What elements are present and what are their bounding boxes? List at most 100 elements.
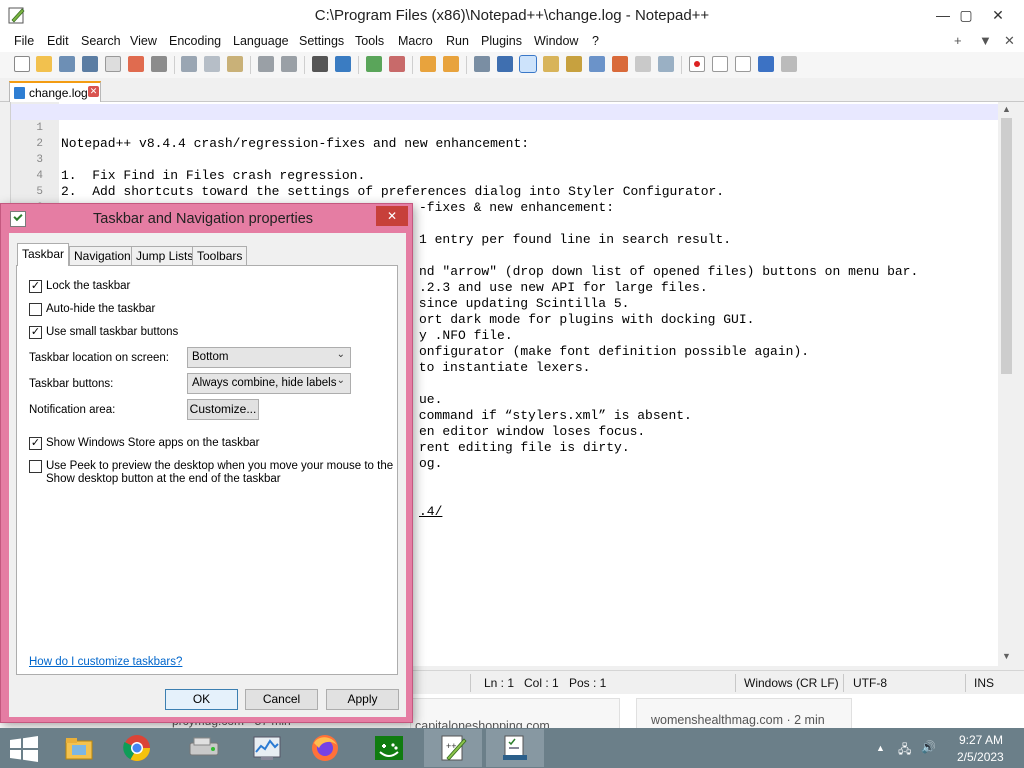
- show-all-chars-icon[interactable]: [497, 56, 513, 72]
- customize-button[interactable]: Customize...: [187, 399, 259, 420]
- file-explorer-button[interactable]: [50, 729, 108, 767]
- xbox-button[interactable]: [360, 729, 418, 767]
- peek-card[interactable]: capitaloneshopping.com: [410, 698, 620, 733]
- line-text: nd "arrow" (drop down list of opened fil…: [419, 264, 919, 279]
- menu-search[interactable]: Search: [81, 34, 121, 48]
- menu-view[interactable]: View: [130, 34, 157, 48]
- menu-settings[interactable]: Settings: [299, 34, 344, 48]
- close-tab-icon[interactable]: ✕: [88, 86, 99, 97]
- open-file-icon[interactable]: [36, 56, 52, 72]
- folder-workspace-icon[interactable]: [612, 56, 628, 72]
- new-file-icon[interactable]: [14, 56, 30, 72]
- location-select[interactable]: Bottom ⌄: [187, 347, 351, 368]
- menu-run[interactable]: Run: [446, 34, 469, 48]
- checkbox-checked[interactable]: ✓: [29, 280, 42, 293]
- define-language-icon[interactable]: [543, 56, 559, 72]
- save-all-icon[interactable]: [82, 56, 98, 72]
- notepadpp-task-button[interactable]: ++: [424, 729, 482, 767]
- tab-navigation[interactable]: Navigation: [69, 246, 136, 265]
- print-icon[interactable]: [151, 56, 167, 72]
- menu-plugins[interactable]: Plugins: [481, 34, 522, 48]
- find-icon[interactable]: [312, 56, 328, 72]
- network-icon[interactable]: 🖧: [898, 740, 911, 761]
- checkbox-unchecked[interactable]: [29, 460, 42, 473]
- firefox-icon: [312, 735, 338, 761]
- tab-toolbars[interactable]: Toolbars: [192, 246, 248, 265]
- sync-horizontal-icon[interactable]: [443, 56, 459, 72]
- taskbar-buttons-label: Taskbar buttons:: [29, 378, 114, 390]
- checkbox-checked[interactable]: ✓: [29, 326, 42, 339]
- firefox-button[interactable]: [296, 729, 354, 767]
- checkbox-label: Use Peek to preview the desktop when you…: [46, 460, 394, 472]
- menu-edit[interactable]: Edit: [47, 34, 69, 48]
- monitoring-icon[interactable]: [635, 56, 651, 72]
- title-bar: C:\Program Files (x86)\Notepad++\change.…: [0, 0, 1024, 30]
- tab-jump-lists[interactable]: Jump Lists: [131, 246, 199, 265]
- replace-icon[interactable]: [335, 56, 351, 72]
- taskbar-properties-dialog: Taskbar and Navigation properties ✕ Task…: [0, 203, 413, 723]
- show-hidden-icons-icon[interactable]: ▲: [876, 743, 885, 753]
- close-all-icon[interactable]: [128, 56, 144, 72]
- copy-icon[interactable]: [204, 56, 220, 72]
- checkbox-checked[interactable]: ✓: [29, 437, 42, 450]
- cancel-button[interactable]: Cancel: [245, 689, 318, 710]
- menu-help[interactable]: ?: [592, 34, 599, 48]
- vertical-scrollbar[interactable]: ▲ ▼: [998, 102, 1015, 666]
- chrome-button[interactable]: [108, 729, 166, 767]
- record-macro-icon[interactable]: [689, 56, 705, 72]
- scroll-thumb[interactable]: [1001, 118, 1012, 374]
- save-macro-icon[interactable]: [781, 56, 797, 72]
- paste-icon[interactable]: [227, 56, 243, 72]
- undo-icon[interactable]: [258, 56, 274, 72]
- status-divider: [470, 674, 471, 692]
- task-manager-button[interactable]: [238, 729, 296, 767]
- clock-date[interactable]: 2/5/2023: [957, 750, 1004, 764]
- apply-button[interactable]: Apply: [326, 689, 399, 710]
- dialog-app-icon: [10, 211, 26, 227]
- clock-time[interactable]: 9:27 AM: [959, 733, 1003, 747]
- function-list-icon[interactable]: [589, 56, 605, 72]
- scroll-up-icon[interactable]: ▲: [998, 104, 1015, 114]
- tab-change-log[interactable]: change.log ✕: [9, 81, 101, 102]
- taskbar-props-task-button[interactable]: [486, 729, 544, 767]
- word-wrap-icon[interactable]: [474, 56, 490, 72]
- save-icon[interactable]: [59, 56, 75, 72]
- zoom-out-icon[interactable]: [389, 56, 405, 72]
- tab-taskbar[interactable]: Taskbar: [17, 243, 70, 266]
- menu-window[interactable]: Window: [534, 34, 578, 48]
- dialog-close-button[interactable]: ✕: [376, 206, 408, 226]
- taskbar-buttons-value: Always combine, hide labels: [192, 377, 337, 389]
- new-tab-icon[interactable]: +: [954, 33, 962, 48]
- line-text: ort dark mode for plugins with docking G…: [419, 312, 755, 327]
- peek-card[interactable]: womenshealthmag.com · 2 min: [636, 698, 852, 730]
- menu-encoding[interactable]: Encoding: [169, 34, 221, 48]
- run-macro-multiple-icon[interactable]: [758, 56, 774, 72]
- close-window-button[interactable]: ✕: [975, 0, 1021, 30]
- cut-icon[interactable]: [181, 56, 197, 72]
- peek-card-text: womenshealthmag.com · 2 min: [651, 713, 825, 727]
- menu-macro[interactable]: Macro: [398, 34, 433, 48]
- redo-icon[interactable]: [281, 56, 297, 72]
- scroll-down-icon[interactable]: ▼: [998, 651, 1015, 661]
- windows-start-icon[interactable]: [8, 736, 40, 762]
- menu-language[interactable]: Language: [233, 34, 289, 48]
- network-drive-button[interactable]: [176, 729, 234, 767]
- close-doc-icon[interactable]: ✕: [1004, 33, 1015, 49]
- url-link[interactable]: .4/: [419, 504, 442, 520]
- stop-macro-icon[interactable]: [712, 56, 728, 72]
- menu-file[interactable]: File: [14, 34, 34, 48]
- taskbar-buttons-select[interactable]: Always combine, hide labels ⌄: [187, 373, 351, 394]
- checkbox-unchecked[interactable]: [29, 303, 42, 316]
- document-map-icon[interactable]: [566, 56, 582, 72]
- indent-guide-icon[interactable]: [519, 55, 537, 73]
- help-link[interactable]: How do I customize taskbars?: [29, 656, 182, 668]
- close-file-icon[interactable]: [105, 56, 121, 72]
- menu-tools[interactable]: Tools: [355, 34, 384, 48]
- play-macro-icon[interactable]: [735, 56, 751, 72]
- volume-icon[interactable]: 🔊: [921, 740, 936, 754]
- sync-vertical-icon[interactable]: [420, 56, 436, 72]
- zoom-in-icon[interactable]: [366, 56, 382, 72]
- tab-list-icon[interactable]: ▼: [979, 33, 992, 48]
- ok-button[interactable]: OK: [165, 689, 238, 710]
- preview-icon[interactable]: [658, 56, 674, 72]
